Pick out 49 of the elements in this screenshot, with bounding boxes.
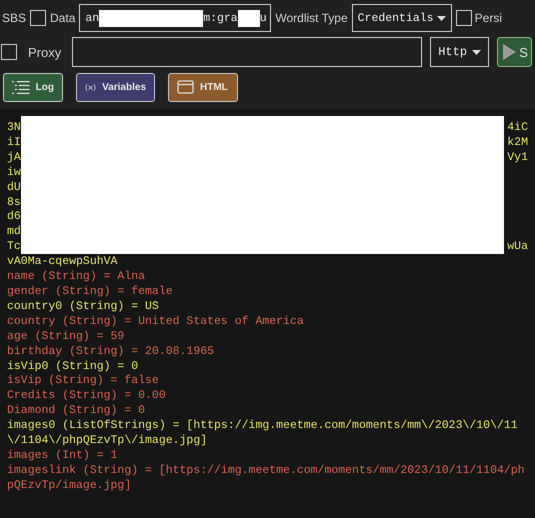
start-button[interactable]: S [497,37,532,67]
log-fragment: md [7,225,21,240]
data-input-field[interactable]: an m:gra u [79,4,272,32]
log-button[interactable]: Log [3,72,63,102]
wordlist-type-label: Wordlist Type [275,11,348,25]
log-fragment: jA [7,150,21,166]
log-line: isVip (String) = false [7,374,160,390]
log-line: images (Int) = 1 [7,448,118,464]
wordlist-type-dropdown[interactable]: Credentials [352,4,452,32]
log-fragment: 4iC [507,121,528,136]
log-line: vA0Ma-cqewpSuhVA [7,255,118,270]
sbs-label: SBS [2,11,26,25]
proxy-input-field[interactable] [72,37,422,67]
log-fragment: dU [7,180,21,196]
log-line: name (String) = Alna [7,270,146,285]
log-line: Credits (String) = 0.00 [7,389,167,404]
log-fragment: 3N [7,121,21,136]
data-checkbox[interactable] [30,10,46,26]
log-fragment: 8s [7,196,21,210]
log-line: Diamond (String) = 0 [7,404,146,420]
log-fragment: Tc [7,240,21,256]
data-label: Data [50,11,76,25]
log-fragment: Vy1 [507,150,528,166]
protocol-dropdown[interactable]: Http [430,37,490,67]
caret-icon [436,16,446,20]
play-icon [503,44,516,60]
persist-label: Persi [474,11,502,25]
log-line: isVip0 (String) = 0 [7,360,140,374]
log-line: country0 (String) = US [7,300,160,315]
caret-icon [472,50,482,54]
log-line: images0 (ListOfStrings) = [https://img.meetme.com/moments/mm\/2023\/10\/11\/1104\/phpQEzvTp\/image.jpg] [7,419,519,449]
log-line: imageslink (String) = [https://img.meetme.com/moments/mm/2023/10/11/1104/phpQEzvTp/image.jpg] [7,464,526,494]
log-line: country (String) = United States of America [7,314,305,330]
log-line: birthday (String) = 20.08.1965 [7,344,216,360]
log-line: gender (String) = female [7,284,174,300]
window-icon [177,80,194,94]
list-icon [12,80,30,94]
log-fragment: iI [7,136,21,151]
persist-checkbox[interactable] [456,10,472,26]
log-fragment: d6 [7,210,21,226]
html-button[interactable]: HTML [168,72,238,102]
redaction-block [238,10,260,26]
proxy-checkbox[interactable] [1,44,17,60]
variables-button[interactable]: Variables [76,72,155,102]
log-line: age (String) = 59 [7,330,126,345]
log-fragment: iw [7,166,21,181]
proxy-label: Proxy [28,44,62,60]
log-fragment: k2M [507,136,528,151]
log-fragment: wUa [507,240,528,256]
